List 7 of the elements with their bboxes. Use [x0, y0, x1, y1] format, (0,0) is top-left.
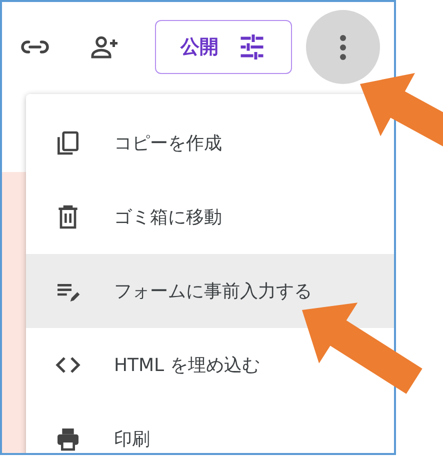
- menu-item[interactable]: 印刷: [26, 402, 394, 453]
- publish-button[interactable]: 公開: [155, 20, 292, 74]
- menu-item[interactable]: ゴミ箱に移動: [26, 180, 394, 254]
- menu-item[interactable]: コピーを作成: [26, 106, 394, 180]
- menu-item[interactable]: HTML を埋め込む: [26, 328, 394, 402]
- menu-item[interactable]: フォームに事前入力する: [26, 254, 394, 328]
- more-icon: [340, 34, 346, 60]
